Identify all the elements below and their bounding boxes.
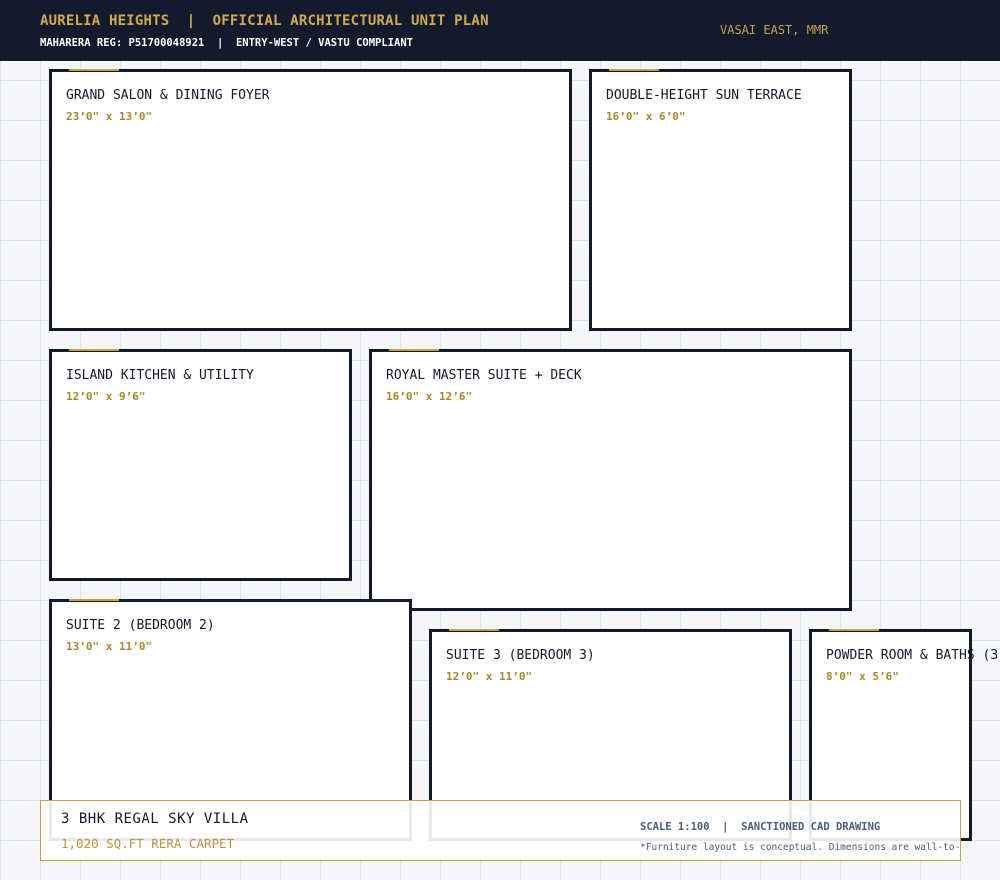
- door-marker: [449, 629, 499, 631]
- door-marker: [69, 349, 119, 351]
- header-bar: AURELIA HEIGHTS | OFFICIAL ARCHITECTURAL…: [0, 0, 1000, 61]
- door-marker: [69, 599, 119, 601]
- room-dimensions: 23’0" x 13’0": [66, 110, 153, 123]
- room-dimensions: 13’0" x 11’0": [66, 640, 153, 653]
- room-name: SUITE 2 (BEDROOM 2): [66, 618, 215, 633]
- room-name: SUITE 3 (BEDROOM 3): [446, 648, 595, 663]
- door-marker: [829, 629, 879, 631]
- door-marker: [69, 69, 119, 71]
- room-salon[interactable]: GRAND SALON & DINING FOYER 23’0" x 13’0": [49, 69, 572, 331]
- room-dimensions: 8’0" x 5’6": [826, 670, 899, 683]
- room-dimensions: 12’0" x 11’0": [446, 670, 533, 683]
- scale-label: SCALE 1:100 | SANCTIONED CAD DRAWING: [640, 821, 881, 833]
- project-title: AURELIA HEIGHTS | OFFICIAL ARCHITECTURAL…: [40, 13, 489, 29]
- room-name: DOUBLE-HEIGHT SUN TERRACE: [606, 88, 802, 103]
- door-marker: [609, 69, 659, 71]
- room-name: ISLAND KITCHEN & UTILITY: [66, 368, 254, 383]
- location-label: VASAI EAST, MMR: [720, 23, 829, 37]
- disclaimer-note: *Furniture layout is conceptual. Dimensi…: [640, 842, 961, 853]
- room-kitchen[interactable]: ISLAND KITCHEN & UTILITY 12’0" x 9’6": [49, 349, 352, 581]
- room-name: GRAND SALON & DINING FOYER: [66, 88, 270, 103]
- room-dimensions: 12’0" x 9’6": [66, 390, 146, 403]
- plan-legend: 3 BHK REGAL SKY VILLA 1,020 SQ.FT RERA C…: [40, 800, 961, 861]
- room-name: POWDER ROOM & BATHS (3): [826, 648, 1000, 663]
- carpet-area: 1,020 SQ.FT RERA CARPET: [61, 836, 235, 851]
- room-name: ROYAL MASTER SUITE + DECK: [386, 368, 582, 383]
- room-dimensions: 16’0" x 6’0": [606, 110, 686, 123]
- room-master-suite[interactable]: ROYAL MASTER SUITE + DECK 16’0" x 12’6": [369, 349, 852, 611]
- door-marker: [389, 349, 439, 351]
- unit-type-title: 3 BHK REGAL SKY VILLA: [61, 811, 249, 827]
- room-terrace[interactable]: DOUBLE-HEIGHT SUN TERRACE 16’0" x 6’0": [589, 69, 852, 331]
- room-dimensions: 16’0" x 12’6": [386, 390, 473, 403]
- registration-line: MAHARERA REG: P51700048921 | ENTRY-WEST …: [40, 37, 413, 49]
